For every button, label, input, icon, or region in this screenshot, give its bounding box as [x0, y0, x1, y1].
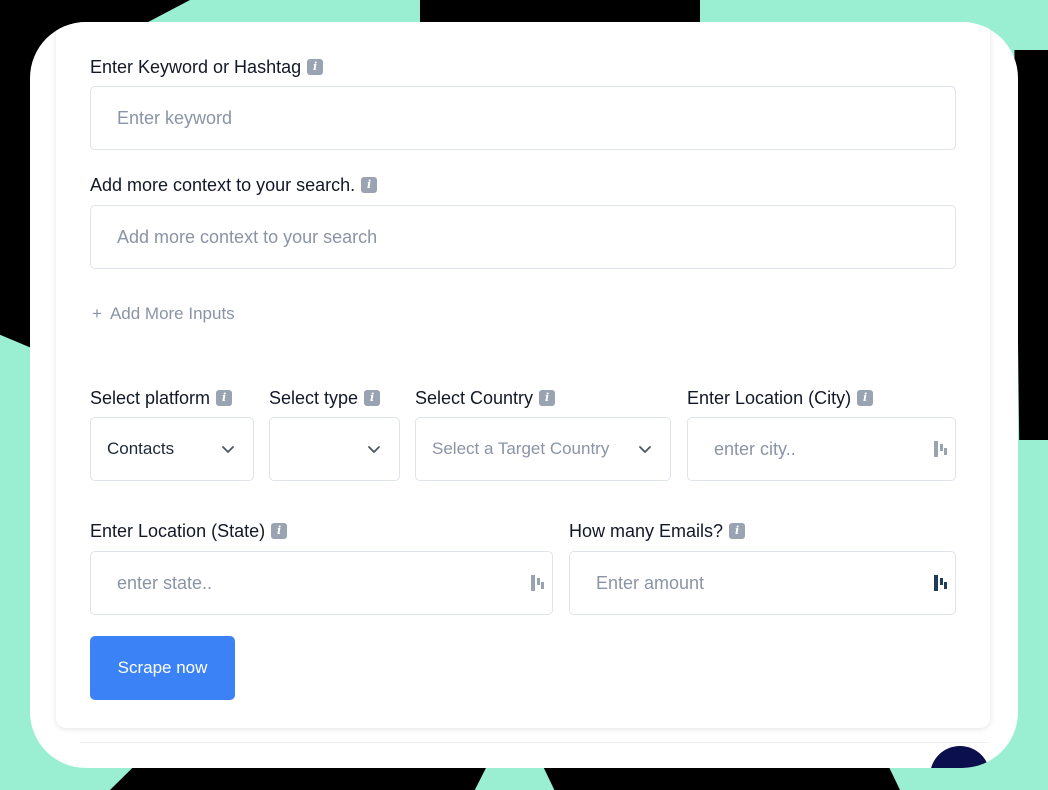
- context-field[interactable]: [90, 205, 956, 269]
- info-icon[interactable]: i: [271, 523, 288, 539]
- emails-label-text: How many Emails?: [569, 521, 724, 541]
- type-label-text: Select type: [269, 388, 359, 408]
- password-manager-icon[interactable]: [933, 439, 949, 459]
- platform-label: Select platform i: [90, 387, 233, 409]
- chevron-down-icon: [639, 446, 651, 453]
- country-select-placeholder: Select a Target Country: [432, 439, 610, 458]
- app-frame: Enter Keyword or Hashtag i Add more cont…: [30, 22, 1018, 768]
- city-label-text: Enter Location (City): [687, 388, 852, 408]
- info-icon[interactable]: i: [729, 523, 746, 539]
- country-label: Select Country i: [415, 387, 556, 409]
- chat-bubble-button[interactable]: [930, 746, 990, 768]
- keyword-label-text: Enter Keyword or Hashtag: [90, 57, 302, 77]
- scrape-form-card: Enter Keyword or Hashtag i Add more cont…: [56, 22, 990, 728]
- info-icon[interactable]: i: [364, 390, 381, 406]
- add-more-inputs-button[interactable]: + Add More Inputs: [92, 304, 235, 324]
- state-input[interactable]: [91, 552, 530, 614]
- platform-select-value: Contacts: [107, 439, 175, 458]
- plus-icon: +: [92, 304, 102, 323]
- state-label: Enter Location (State) i: [90, 520, 288, 542]
- city-field[interactable]: [687, 417, 956, 481]
- city-input[interactable]: [688, 418, 933, 480]
- platform-select[interactable]: Contacts: [90, 417, 254, 481]
- divider: [80, 742, 988, 743]
- keyword-input[interactable]: [91, 87, 955, 149]
- state-field[interactable]: [90, 551, 553, 615]
- platform-label-text: Select platform: [90, 388, 211, 408]
- info-icon[interactable]: i: [539, 390, 556, 406]
- scrape-now-button[interactable]: Scrape now: [90, 636, 235, 700]
- emails-label: How many Emails? i: [569, 520, 746, 542]
- chevron-down-icon: [222, 446, 234, 453]
- context-label-text: Add more context to your search.: [90, 175, 356, 195]
- keyword-label: Enter Keyword or Hashtag i: [90, 56, 324, 78]
- state-label-text: Enter Location (State): [90, 521, 266, 541]
- type-label: Select type i: [269, 387, 381, 409]
- context-label: Add more context to your search. i: [90, 174, 378, 196]
- type-select[interactable]: [269, 417, 400, 481]
- keyword-field[interactable]: [90, 86, 956, 150]
- password-manager-icon[interactable]: [933, 573, 949, 593]
- chevron-down-icon: [368, 446, 380, 453]
- country-label-text: Select Country: [415, 388, 534, 408]
- info-icon[interactable]: i: [361, 177, 378, 193]
- info-icon[interactable]: i: [307, 59, 324, 75]
- emails-field[interactable]: [569, 551, 956, 615]
- country-select[interactable]: Select a Target Country: [415, 417, 671, 481]
- city-label: Enter Location (City) i: [687, 387, 874, 409]
- add-more-inputs-label: Add More Inputs: [109, 304, 235, 323]
- info-icon[interactable]: i: [857, 390, 874, 406]
- emails-input[interactable]: [570, 552, 933, 614]
- info-icon[interactable]: i: [216, 390, 233, 406]
- password-manager-icon[interactable]: [530, 573, 546, 593]
- context-input[interactable]: [91, 206, 955, 268]
